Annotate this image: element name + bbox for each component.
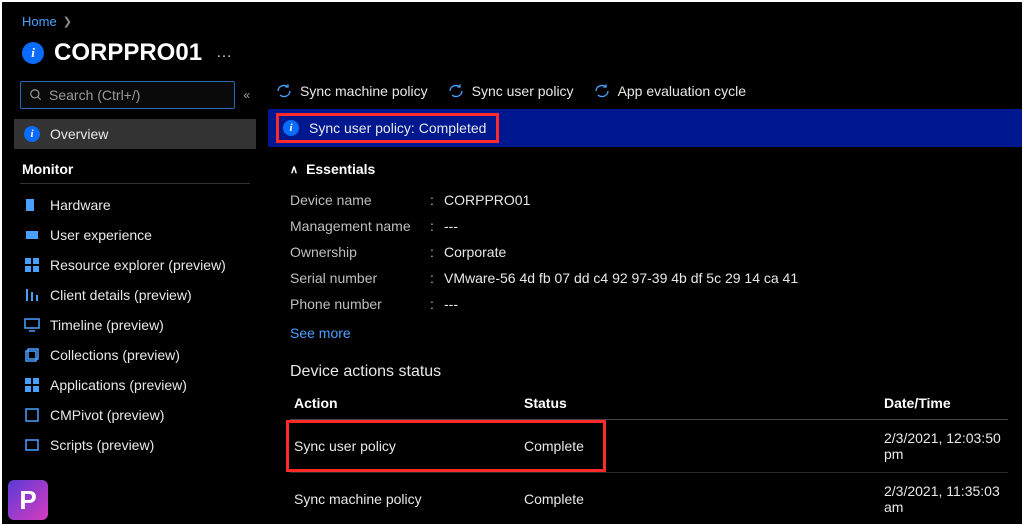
essentials-key: Management name (290, 218, 430, 234)
breadcrumb-home[interactable]: Home (22, 14, 57, 29)
essentials-key: Phone number (290, 296, 430, 312)
essentials-row: Ownership: Corporate (290, 239, 1008, 265)
hardware-icon (24, 197, 40, 213)
collections-icon (24, 347, 40, 363)
sidebar-item-label: Timeline (preview) (50, 317, 164, 333)
essentials-value: VMware-56 4d fb 07 dd c4 92 97-39 4b df … (444, 270, 798, 286)
essentials-row: Phone number: --- (290, 291, 1008, 317)
cell-status: Complete (520, 473, 880, 514)
chevron-right-icon: ❯ (63, 15, 72, 28)
app-evaluation-cycle-button[interactable]: App evaluation cycle (594, 83, 746, 99)
sidebar-section-monitor: Monitor (20, 149, 250, 184)
device-actions-title: Device actions status (290, 341, 1008, 389)
sidebar-item-label: Resource explorer (preview) (50, 257, 226, 273)
sidebar-item-resource-explorer[interactable]: Resource explorer (preview) (14, 250, 256, 280)
sidebar-item-label: User experience (50, 227, 152, 243)
search-icon (29, 88, 43, 102)
table-header-datetime[interactable]: Date/Time (880, 389, 1008, 420)
bars-icon (24, 287, 40, 303)
brand-logo: P (8, 480, 48, 520)
sidebar-item-label: Collections (preview) (50, 347, 180, 363)
sidebar-item-timeline[interactable]: Timeline (preview) (14, 310, 256, 340)
essentials-key: Serial number (290, 270, 430, 286)
table-header-status[interactable]: Status (520, 389, 880, 420)
user-experience-icon (24, 227, 40, 243)
chevron-up-icon: ∧ (290, 163, 298, 176)
essentials-value: --- (444, 296, 458, 312)
sidebar-item-scripts[interactable]: Scripts (preview) (14, 430, 256, 460)
sidebar-item-label: Applications (preview) (50, 377, 187, 393)
essentials-key: Device name (290, 192, 430, 208)
sidebar-item-hardware[interactable]: Hardware (14, 190, 256, 220)
refresh-icon (276, 83, 292, 99)
info-icon: i (22, 42, 44, 64)
button-label: App evaluation cycle (618, 83, 746, 99)
grid-icon (24, 257, 40, 273)
sync-machine-policy-button[interactable]: Sync machine policy (276, 83, 428, 99)
breadcrumb: Home ❯ (2, 2, 1022, 33)
page-title: CORPPRO01 (54, 39, 202, 67)
cell-datetime: 2/3/2021, 11:35:03 am (880, 473, 1008, 514)
cmpivot-icon (24, 407, 40, 423)
sidebar: Search (Ctrl+/) « i Overview Monitor Har… (2, 81, 258, 513)
sidebar-item-overview[interactable]: i Overview (14, 119, 256, 149)
table-row[interactable]: Sync machine policy Complete 2/3/2021, 1… (290, 473, 1008, 514)
button-label: Sync user policy (472, 83, 574, 99)
essentials-value: Corporate (444, 244, 506, 260)
main-panel: Sync machine policy Sync user policy App… (258, 81, 1022, 513)
sidebar-item-user-experience[interactable]: User experience (14, 220, 256, 250)
essentials-label: Essentials (306, 161, 375, 177)
sidebar-item-collections[interactable]: Collections (preview) (14, 340, 256, 370)
cell-action: Sync machine policy (290, 473, 520, 514)
essentials-value: --- (444, 218, 458, 234)
notification-bar: i Sync user policy: Completed (268, 109, 1022, 147)
refresh-icon (594, 83, 610, 99)
sidebar-item-cmpivot[interactable]: CMPivot (preview) (14, 400, 256, 430)
refresh-icon (448, 83, 464, 99)
command-bar: Sync machine policy Sync user policy App… (268, 81, 1022, 109)
cell-status: Complete (520, 420, 880, 473)
apps-icon (24, 377, 40, 393)
sidebar-item-label: Scripts (preview) (50, 437, 154, 453)
essentials-value: CORPPRO01 (444, 192, 530, 208)
search-placeholder: Search (Ctrl+/) (49, 87, 140, 103)
sidebar-item-applications[interactable]: Applications (preview) (14, 370, 256, 400)
device-actions-table: Action Status Date/Time Sync user policy… (290, 389, 1008, 513)
collapse-sidebar-button[interactable]: « (243, 88, 250, 102)
cell-action: Sync user policy (294, 438, 396, 454)
more-actions-button[interactable]: … (212, 44, 234, 62)
info-icon: i (24, 126, 40, 142)
notification-text: Sync user policy: Completed (309, 120, 486, 136)
sidebar-item-label: Hardware (50, 197, 111, 213)
sync-user-policy-button[interactable]: Sync user policy (448, 83, 574, 99)
monitor-icon (24, 317, 40, 333)
sidebar-item-client-details[interactable]: Client details (preview) (14, 280, 256, 310)
sidebar-item-label: Client details (preview) (50, 287, 192, 303)
see-more-link[interactable]: See more (290, 317, 351, 341)
scripts-icon (24, 437, 40, 453)
sidebar-item-label: CMPivot (preview) (50, 407, 164, 423)
table-header-action[interactable]: Action (290, 389, 520, 420)
sidebar-item-label: Overview (50, 126, 108, 142)
essentials-toggle[interactable]: ∧ Essentials (290, 161, 1008, 177)
search-input[interactable]: Search (Ctrl+/) (20, 81, 235, 109)
page-title-row: i CORPPRO01 … (2, 33, 1022, 81)
info-icon: i (283, 120, 299, 136)
essentials-row: Device name: CORPPRO01 (290, 187, 1008, 213)
essentials-row: Serial number: VMware-56 4d fb 07 dd c4 … (290, 265, 1008, 291)
essentials-key: Ownership (290, 244, 430, 260)
table-row[interactable]: Sync user policy Complete 2/3/2021, 12:0… (290, 420, 1008, 473)
essentials-row: Management name: --- (290, 213, 1008, 239)
button-label: Sync machine policy (300, 83, 428, 99)
cell-datetime: 2/3/2021, 12:03:50 pm (880, 420, 1008, 473)
